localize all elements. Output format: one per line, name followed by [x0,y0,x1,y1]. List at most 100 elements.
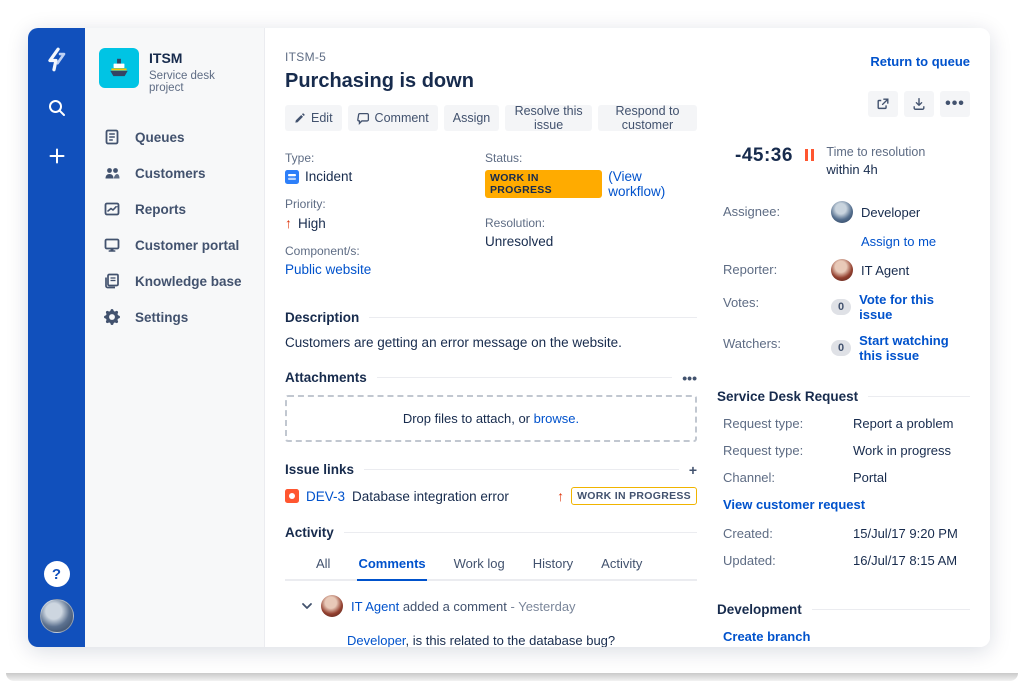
more-options-icon[interactable]: ••• [940,91,970,117]
global-nav-rail: ? [28,28,85,647]
avatar[interactable] [831,259,853,281]
linked-status-badge: WORK IN PROGRESS [571,487,697,505]
comment-action-text: added a comment [402,598,507,614]
status-badge: WORK IN PROGRESS [485,170,603,198]
issue-title: Purchasing is down [285,70,474,92]
sidebar-item-label: Reports [135,201,187,217]
assignee-label: Assignee: [723,204,781,219]
request-type-label: Request type: [723,416,804,431]
channel-label: Channel: [723,470,776,485]
help-icon[interactable]: ? [43,561,70,587]
type-label: Type: [285,151,315,165]
watchers-row: Watchers: 0 Start watching this issue [723,333,970,363]
vote-link[interactable]: Vote for this issue [859,292,970,322]
components-label: Component/s: [285,244,360,258]
assign-to-me-link[interactable]: Assign to me [861,234,936,249]
queues-icon [103,128,121,146]
search-icon[interactable] [41,92,73,124]
request-type-row: Request type: Report a problem [717,416,970,431]
add-link-icon[interactable]: + [689,463,697,477]
attachment-dropzone[interactable]: Drop files to attach, or browse. [285,395,697,442]
attachments-more-icon[interactable]: ••• [682,371,697,385]
watch-link[interactable]: Start watching this issue [859,333,970,363]
avatar[interactable] [831,201,853,223]
export-icon[interactable] [904,91,934,117]
type-value: Incident [305,169,353,184]
issue-links-section-header: Issue links + [285,462,697,477]
dropzone-text: Drop files to attach, or [402,411,534,426]
sla-label: Time to resolution [826,145,926,159]
sidebar-item-customers[interactable]: Customers [99,156,250,190]
comment-item: IT Agent added a comment - Yesterday Dev… [285,581,697,647]
tab-activity[interactable]: Activity [600,550,643,581]
sla-timer: -45:36 Time to resolution within 4h [717,145,970,177]
comment-time: Yesterday [518,598,576,614]
tab-work-log[interactable]: Work log [453,550,506,581]
field-resolution: Resolution: Unresolved [485,216,697,249]
incident-type-icon [285,169,299,184]
comment-author-link[interactable]: IT Agent [351,599,399,614]
activity-section-header: Activity [285,525,697,540]
reporter-label: Reporter: [723,262,778,277]
request-type-row: Request type: Work in progress [717,443,970,458]
edit-button[interactable]: Edit [285,105,342,131]
create-plus-icon[interactable] [41,140,73,172]
customers-icon [103,164,121,182]
view-workflow-link[interactable]: (View workflow) [608,169,697,199]
comment-body-text: , is this related to the database bug? [405,633,616,647]
gear-icon [103,308,121,326]
component-link[interactable]: Public website [285,262,371,277]
user-avatar[interactable] [39,599,74,633]
assignee-name: Developer [861,204,921,220]
resolution-label: Resolution: [485,216,546,230]
respond-customer-button[interactable]: Respond to customer [597,104,697,132]
tab-history[interactable]: History [532,550,574,581]
tab-all[interactable]: All [315,550,331,581]
return-to-queue-link[interactable]: Return to queue [870,54,970,69]
request-type-value: Work in progress [853,443,952,458]
project-sidebar: ITSM Service desk project Queues Custome… [85,28,265,647]
project-header[interactable]: ITSM Service desk project [99,48,250,94]
activity-tabs: All Comments Work log History Activity [285,550,697,581]
avatar[interactable] [321,595,343,617]
updated-row: Updated: 16/Jul/17 8:15 AM [717,553,970,568]
reporter-name: IT Agent [861,262,910,278]
sla-goal: within 4h [826,162,878,177]
assign-button[interactable]: Assign [443,105,500,131]
linked-issue-key[interactable]: DEV-3 [306,489,345,504]
lightning-icon [47,47,65,72]
created-row: Created: 15/Jul/17 9:20 PM [717,526,970,541]
description-text: Customers are getting an error message o… [285,335,622,350]
reports-icon [103,200,121,218]
attachments-title: Attachments [285,370,367,385]
jira-service-desk-logo-icon[interactable] [41,44,73,76]
request-type-value: Report a problem [853,416,954,431]
sidebar-item-customer-portal[interactable]: Customer portal [99,228,250,262]
attachments-section-header: Attachments ••• [285,370,697,385]
sidebar-item-reports[interactable]: Reports [99,192,250,226]
view-customer-request-link[interactable]: View customer request [723,497,865,512]
sidebar-item-knowledge-base[interactable]: Knowledge base [99,264,250,298]
chevron-down-icon[interactable] [301,600,313,612]
create-branch-link[interactable]: Create branch [723,629,810,644]
browse-link[interactable]: browse. [534,411,580,426]
priority-high-icon: ↑ [285,215,292,231]
documents-icon [103,272,121,290]
sidebar-item-settings[interactable]: Settings [99,300,250,334]
assign-label: Assign [452,111,491,125]
channel-value: Portal [853,470,887,485]
issue-key: ITSM-5 [285,50,327,64]
sidebar-item-queues[interactable]: Queues [99,120,250,154]
tab-comments[interactable]: Comments [357,550,427,581]
resolve-issue-button[interactable]: Resolve this issue [505,104,592,132]
comment-bubble-icon [356,112,369,125]
comment-button[interactable]: Comment [347,105,438,131]
mention-link[interactable]: Developer [347,633,406,647]
frame-shadow [6,673,1018,681]
pause-icon [804,145,815,161]
watchers-label: Watchers: [723,336,782,351]
sidebar-item-label: Queues [135,129,185,145]
activity-title: Activity [285,525,334,540]
share-icon[interactable] [868,91,898,117]
issue-link-row[interactable]: DEV-3 Database integration error ↑ WORK … [285,487,697,505]
